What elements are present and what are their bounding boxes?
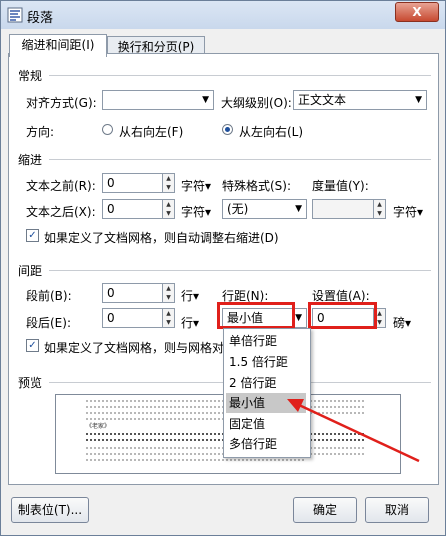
paragraph-dialog: 段落 X 缩进和间距(I) 换行和分页(P) 常规 对齐方式(G): ▼ 大纲级… (0, 0, 446, 536)
indent-grid-checkbox[interactable]: ✓ (26, 229, 39, 242)
stepper-down-icon: ▼ (166, 184, 171, 191)
outline-level-select[interactable]: 正文文本 ▼ (293, 90, 427, 110)
line-spacing-highlight (217, 302, 295, 329)
section-divider (49, 159, 431, 160)
dialog-title: 段落 (27, 11, 54, 26)
set-value-unit[interactable]: 磅▾ (393, 314, 411, 331)
space-after-label: 段后(E): (26, 316, 71, 330)
space-before-input[interactable]: 0 (102, 283, 163, 303)
indent-before-label: 文本之前(R): (26, 179, 96, 193)
stepper-up-icon: ▲ (166, 310, 171, 317)
measure-unit[interactable]: 字符▾ (393, 203, 423, 220)
stepper-up-icon: ▲ (166, 201, 171, 208)
spacing-grid-checkbox[interactable]: ✓ (26, 339, 39, 352)
chevron-down-icon: ▼ (295, 313, 302, 323)
indent-after-label: 文本之后(X): (26, 205, 96, 219)
ok-button[interactable]: 确定 (293, 497, 357, 523)
chevron-down-icon: ▼ (415, 95, 422, 105)
outline-level-label: 大纲级别(O): (221, 96, 292, 110)
direction-label: 方向: (26, 125, 55, 139)
close-button[interactable]: X (395, 2, 439, 22)
stepper-up-icon: ▲ (377, 201, 382, 208)
indent-after-unit[interactable]: 字符▾ (181, 203, 211, 220)
dropdown-option[interactable]: 固定值 (226, 414, 306, 434)
dropdown-option[interactable]: 单倍行距 (226, 331, 306, 351)
measure-input[interactable] (312, 199, 374, 219)
tab-stops-button[interactable]: 制表位(T)... (11, 497, 89, 523)
chevron-down-icon: ▼ (295, 204, 302, 214)
left-to-right-label: 从左向右(L) (239, 125, 304, 139)
indent-before-input[interactable]: 0 (102, 173, 163, 193)
special-format-select[interactable]: (无) ▼ (222, 199, 307, 219)
space-before-unit[interactable]: 行▾ (181, 287, 199, 304)
title-bar: 段落 X (1, 1, 445, 29)
indent-before-stepper[interactable]: ▲ ▼ (163, 173, 175, 193)
radio-right-to-left[interactable] (102, 124, 113, 135)
indent-grid-label: 如果定义了文档网格，则自动调整右缩进(D) (44, 231, 279, 245)
stepper-up-icon: ▲ (166, 285, 171, 292)
space-after-input[interactable]: 0 (102, 308, 163, 328)
section-divider (49, 270, 431, 271)
dropdown-option-selected[interactable]: 最小值 (226, 393, 306, 413)
dropdown-option[interactable]: 多倍行距 (226, 434, 306, 454)
section-general: 常规 (18, 69, 43, 83)
alignment-select[interactable]: ▼ (102, 90, 214, 110)
chevron-down-icon: ▼ (202, 95, 209, 105)
dropdown-option[interactable]: 2 倍行距 (226, 373, 306, 393)
space-before-label: 段前(B): (26, 289, 72, 303)
special-format-value: (无) (227, 202, 249, 216)
radio-left-to-right[interactable] (222, 124, 233, 135)
preview-sample-text: 《老家》 (86, 423, 111, 430)
space-after-stepper[interactable]: ▲ ▼ (163, 308, 175, 328)
section-divider (49, 75, 431, 76)
section-preview: 预览 (18, 376, 43, 390)
measure-label: 度量值(Y): (312, 179, 369, 193)
tab-indent-spacing[interactable]: 缩进和间距(I) (9, 34, 107, 57)
stepper-down-icon: ▼ (166, 210, 171, 217)
right-to-left-label: 从右向左(F) (119, 125, 184, 139)
cancel-button[interactable]: 取消 (365, 497, 429, 523)
indent-after-stepper[interactable]: ▲ ▼ (163, 199, 175, 219)
space-before-stepper[interactable]: ▲ ▼ (163, 283, 175, 303)
stepper-down-icon: ▼ (377, 210, 382, 217)
paragraph-icon (7, 7, 23, 23)
dropdown-option[interactable]: 1.5 倍行距 (226, 352, 306, 372)
spacing-grid-label: 如果定义了文档网格，则与网格对 (44, 341, 225, 355)
line-spacing-dropdown: 单倍行距 1.5 倍行距 2 倍行距 最小值 固定值 多倍行距 (223, 328, 311, 458)
stepper-up-icon: ▲ (166, 175, 171, 182)
special-format-label: 特殊格式(S): (222, 179, 292, 193)
outline-level-value: 正文文本 (298, 93, 347, 107)
alignment-label: 对齐方式(G): (26, 96, 97, 110)
stepper-down-icon: ▼ (166, 294, 171, 301)
indent-after-input[interactable]: 0 (102, 199, 163, 219)
indent-before-unit[interactable]: 字符▾ (181, 177, 211, 194)
section-indent: 缩进 (18, 153, 43, 167)
space-after-unit[interactable]: 行▾ (181, 314, 199, 331)
measure-stepper[interactable]: ▲ ▼ (374, 199, 386, 219)
set-value-highlight (308, 302, 377, 329)
section-spacing: 间距 (18, 264, 43, 278)
preview-line (86, 459, 306, 461)
stepper-down-icon: ▼ (166, 319, 171, 326)
